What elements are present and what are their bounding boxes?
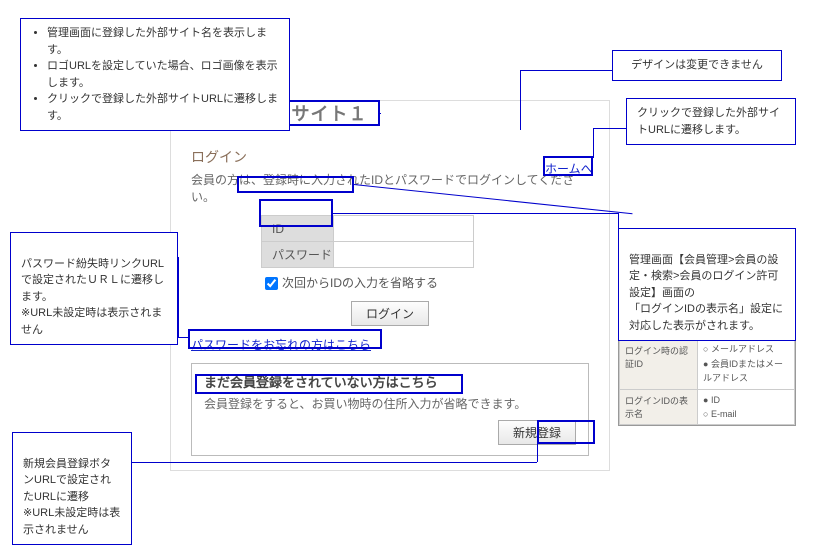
login-button[interactable]: ログイン [351,301,429,326]
remember-checkbox[interactable] [265,277,278,290]
admin-row2-options: ID E-mail [698,389,795,425]
register-button[interactable]: 新規登録 [498,420,576,445]
callout-site-title: 管理画面に登録した外部サイト名を表示します。 ロゴURLを設定していた場合、ロゴ… [20,18,290,131]
login-page: ログイン 会員の方は、登録時に入力されたIDとパスワードでログインしてください。… [170,100,610,471]
connector-5b [618,213,619,229]
callout-home-link: クリックで登録した外部サイトURLに遷移します。 [626,98,796,145]
id-input[interactable] [334,218,470,240]
admin-row2-label: ログインIDの表示名 [620,389,698,425]
login-description: 会員の方は、登録時に入力されたIDとパスワードでログインしてください。 [191,171,589,205]
callout-forgot-link: パスワード紛失時リンクURLで設定されたＵＲＬに遷移します。 ※URL未設定時は… [10,232,178,345]
connector-2a [520,70,612,71]
callout-design-fixed: デザインは変更できません [612,50,782,81]
register-description: 会員登録をすると、お買い物時の住所入力が省略できます。 [204,395,576,412]
password-input[interactable] [334,244,470,266]
home-link[interactable]: ホームへ [545,160,593,177]
register-section: まだ会員登録をされていない方はこちら 会員登録をすると、お買い物時の住所入力が省… [191,363,589,456]
id-label: ID [262,216,334,242]
login-form: ID パスワード [261,215,474,268]
callout-newreg: 新規会員登録ボタンURLで設定されたURLに遷移 ※URL未設定時は表示されませ… [12,432,132,545]
callout-id-display: 管理画面【会員管理>会員の設定・検索>会員のログイン許可設定】画面の 「ログイン… [618,228,796,341]
register-heading: まだ会員登録をされていない方はこちら [204,372,576,391]
forgot-password-link[interactable]: パスワードをお忘れの方はこちら [191,338,371,352]
password-label: パスワード [262,242,334,268]
login-heading: ログイン [191,147,589,167]
remember-row: 次回からIDの入力を省略する [261,274,589,293]
